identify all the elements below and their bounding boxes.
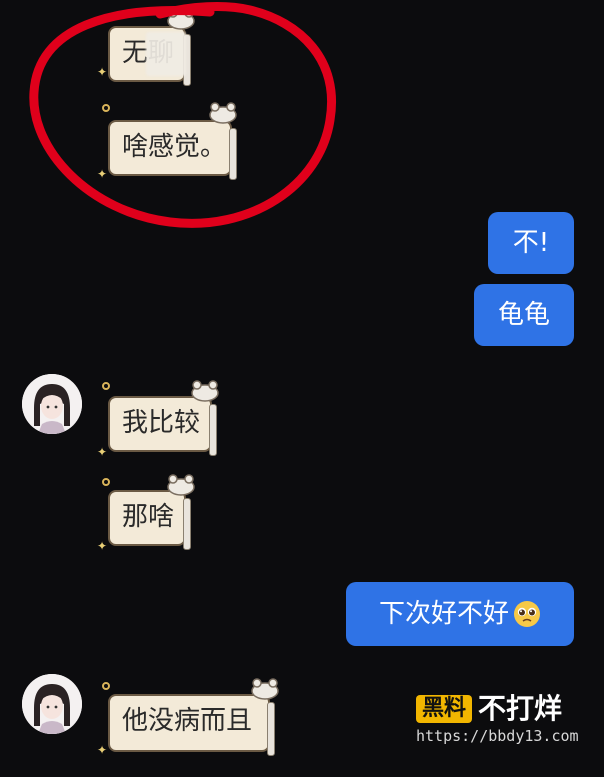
avatar-girl-icon xyxy=(22,374,82,434)
ring-ornament-icon xyxy=(102,104,110,112)
incoming-message[interactable]: 他没病而且 xyxy=(108,694,275,756)
outgoing-message[interactable]: 下次好不好 xyxy=(346,582,574,646)
incoming-message[interactable]: 啥感觉。 xyxy=(108,120,237,180)
avatar-girl-icon xyxy=(22,674,82,734)
cat-sticker-icon xyxy=(191,380,219,402)
incoming-message[interactable]: 我比较 xyxy=(108,396,217,456)
watermark-url: https://bbdy13.com xyxy=(416,727,579,746)
message-text: 那啥 xyxy=(122,502,175,532)
watermark-name: 不打烊 xyxy=(478,692,563,726)
chat-screen: 无聊 ✦ 啥感觉。 ✦ 不! 龟龟 我比 xyxy=(0,0,604,777)
avatar[interactable] xyxy=(22,674,82,734)
sparkle-icon: ✦ xyxy=(97,743,108,757)
red-circle-annotation xyxy=(29,2,336,228)
outgoing-message[interactable]: 不! xyxy=(488,212,574,274)
ring-ornament-icon xyxy=(102,682,110,690)
message-text: 下次好不好 xyxy=(378,599,509,629)
message-text: 他没病而且 xyxy=(122,706,253,736)
watermark: 黑料 不打烊 https://bbdy13.com xyxy=(416,695,586,755)
ring-ornament-icon xyxy=(102,478,110,486)
incoming-message[interactable]: 那啥 xyxy=(108,490,191,550)
watermark-logo: 黑料 xyxy=(416,695,473,724)
censor-patch xyxy=(146,32,186,76)
sparkle-icon: ✦ xyxy=(97,445,108,459)
sparkle-icon: ✦ xyxy=(97,65,108,79)
message-text: 不! xyxy=(512,228,550,258)
sparkle-icon: ✦ xyxy=(97,167,108,181)
cat-sticker-icon xyxy=(167,8,195,30)
message-text: 我比较 xyxy=(122,408,201,438)
watermark-brand: 黑料 不打烊 xyxy=(416,692,586,726)
outgoing-message[interactable]: 龟龟 xyxy=(474,284,574,346)
message-text: 龟龟 xyxy=(497,300,550,330)
pleading-face-emoji-icon xyxy=(514,601,540,627)
cat-sticker-icon xyxy=(167,474,195,496)
avatar[interactable] xyxy=(22,374,82,434)
cat-sticker-icon xyxy=(251,678,279,700)
cat-sticker-icon xyxy=(209,102,237,124)
sparkle-icon: ✦ xyxy=(97,539,108,553)
message-text: 啥感觉。 xyxy=(122,132,227,162)
ring-ornament-icon xyxy=(102,382,110,390)
